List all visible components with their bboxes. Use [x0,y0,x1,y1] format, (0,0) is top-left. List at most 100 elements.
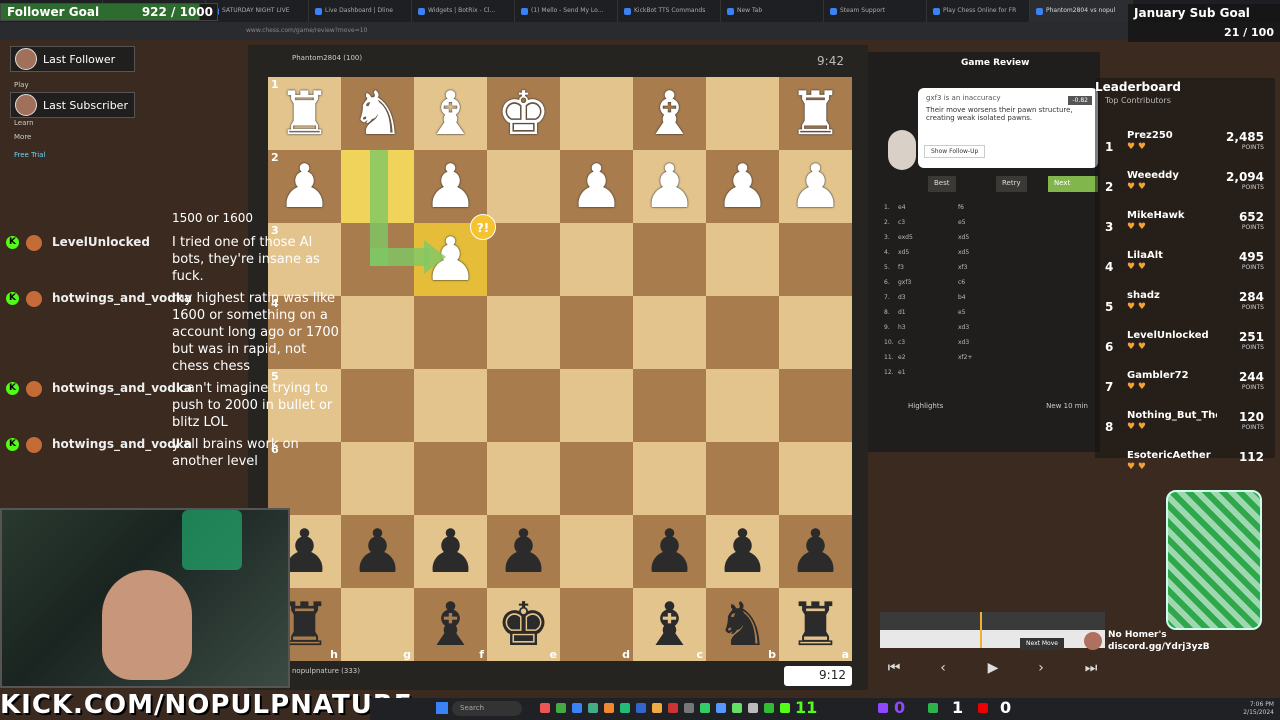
board-square[interactable]: ♚ [487,77,560,150]
white-move[interactable]: f3 [898,264,958,279]
board-square[interactable]: ♞ [341,77,414,150]
retry-button[interactable]: Retry [996,176,1027,192]
board-square[interactable]: ♟ [487,515,560,588]
black-move[interactable]: xd5 [958,249,1018,264]
windows-start-icon[interactable] [436,702,448,714]
board-square[interactable] [779,223,852,296]
board-square[interactable]: ♜ [779,77,852,150]
white-move[interactable]: xd5 [898,249,958,264]
black-move[interactable] [958,369,1018,384]
board-square[interactable]: e ♚ [487,588,560,661]
white-pawn-icon[interactable]: ♟ [789,157,843,217]
white-move[interactable]: exd5 [898,234,958,249]
chess-board[interactable]: 1♜♞♝♚♝♜2♟♟♟♟♟♟3♟4567♟♟♟♟♟♟♟8h♜gf♝e♚dc♝b♞… [268,77,852,661]
white-pawn-icon[interactable]: ♟ [570,157,624,217]
play-button[interactable]: ▶ [979,660,1007,680]
black-move[interactable]: e5 [958,219,1018,234]
black-move[interactable]: xf3 [958,264,1018,279]
black-pawn-icon[interactable]: ♟ [351,522,405,582]
evaluation-graph[interactable] [880,612,1105,648]
twitch-icon[interactable] [878,703,888,713]
black-bishop-icon[interactable]: ♝ [424,595,478,655]
top-player-name[interactable]: Phantom2804 (100) [292,54,362,62]
browser-tab[interactable]: Play Chess Online for FR [927,0,1030,22]
highlights-button[interactable]: Highlights [908,402,943,410]
board-square[interactable] [633,442,706,515]
board-square[interactable]: ♝ [414,77,487,150]
black-move[interactable]: c6 [958,279,1018,294]
first-move-button[interactable]: ⏮ [880,660,908,680]
black-move[interactable]: xd5 [958,234,1018,249]
app-icon[interactable] [668,703,678,713]
board-square[interactable] [779,442,852,515]
board-square[interactable]: ♟ [341,515,414,588]
board-square[interactable]: ♟ [779,150,852,223]
white-move[interactable]: c3 [898,339,958,354]
white-move[interactable]: e2 [898,354,958,369]
white-bishop-icon[interactable]: ♝ [643,84,697,144]
white-move[interactable]: gxf3 [898,279,958,294]
white-move[interactable]: c3 [898,219,958,234]
app-icon[interactable] [684,703,694,713]
nav-item-more[interactable]: More [0,130,140,144]
board-square[interactable] [487,150,560,223]
board-square[interactable] [706,442,779,515]
board-square[interactable]: c ♝ [633,588,706,661]
previous-move-button[interactable]: ‹ [929,660,957,680]
board-square[interactable]: ♟ [414,515,487,588]
board-square[interactable] [560,442,633,515]
black-move[interactable]: b4 [958,294,1018,309]
board-square[interactable] [487,296,560,369]
app-icon[interactable] [636,703,646,713]
app-icon[interactable] [556,703,566,713]
chat-username[interactable]: hotwings_and_vodka [52,290,192,307]
new-game-button[interactable]: New 10 min [1046,402,1088,410]
board-square[interactable] [633,296,706,369]
board-square[interactable]: f ♝ [414,588,487,661]
next-move-button[interactable]: › [1027,660,1055,680]
app-icon[interactable] [748,703,758,713]
black-knight-icon[interactable]: ♞ [716,595,770,655]
board-square[interactable]: 1 ♜ [268,77,341,150]
white-king-icon[interactable]: ♚ [497,84,551,144]
nav-item-learn[interactable]: Learn [0,116,140,130]
chat-username[interactable]: LevelUnlocked [52,234,150,251]
board-square[interactable] [560,223,633,296]
board-square[interactable] [560,77,633,150]
browser-tab[interactable]: New Tab [721,0,824,22]
white-rook-icon[interactable]: ♜ [278,84,332,144]
board-square[interactable] [706,369,779,442]
board-square[interactable] [487,369,560,442]
youtube-icon[interactable] [978,703,988,713]
kick-icon[interactable] [780,703,790,713]
black-move[interactable]: e5 [958,309,1018,324]
browser-tab[interactable]: KickBot TTS Commands [618,0,721,22]
board-square[interactable]: a ♜ [779,588,852,661]
board-square[interactable] [560,369,633,442]
board-square[interactable] [633,369,706,442]
black-pawn-icon[interactable]: ♟ [643,522,697,582]
white-pawn-icon[interactable]: ♟ [716,157,770,217]
black-move[interactable]: f6 [958,204,1018,219]
board-square[interactable] [779,296,852,369]
board-square[interactable]: ♟ [706,150,779,223]
app-icon[interactable] [540,703,550,713]
board-square[interactable]: ♟ [633,515,706,588]
white-move[interactable]: e4 [898,204,958,219]
board-square[interactable] [341,442,414,515]
black-pawn-icon[interactable]: ♟ [716,522,770,582]
black-pawn-icon[interactable]: ♟ [424,522,478,582]
board-square[interactable] [706,77,779,150]
board-square[interactable]: ♟ [560,150,633,223]
white-pawn-icon[interactable]: ♟ [643,157,697,217]
board-square[interactable]: ♝ [633,77,706,150]
white-move[interactable]: e1 [898,369,958,384]
app-icon[interactable] [700,703,710,713]
app-icon[interactable] [652,703,662,713]
nav-item-free-trial[interactable]: Free Trial [0,148,140,162]
board-square[interactable] [341,296,414,369]
board-square[interactable]: ♟ [779,515,852,588]
browser-tab[interactable]: Live Dashboard | Dline [309,0,412,22]
board-square[interactable] [414,296,487,369]
app-icon[interactable] [588,703,598,713]
